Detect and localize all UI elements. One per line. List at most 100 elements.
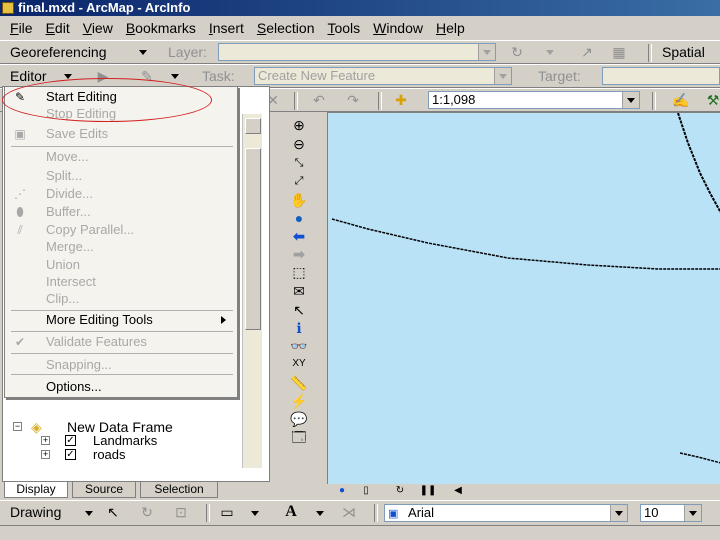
menu-item-buffer[interactable]: ⬮ Buffer... xyxy=(6,203,236,221)
select-elements-icon[interactable]: ↖ xyxy=(104,503,122,521)
rotate-dropdown-icon[interactable] xyxy=(546,50,554,55)
expand-icon[interactable]: + xyxy=(41,450,50,459)
buffer-icon: ⬮ xyxy=(16,205,24,219)
scroll-left-icon[interactable]: ◀ xyxy=(449,482,467,500)
sketch-dropdown-icon[interactable] xyxy=(171,74,179,79)
layer-visibility-checkbox[interactable]: ✓ xyxy=(65,449,76,460)
html-popup-icon[interactable]: 💬 xyxy=(288,410,310,428)
font-size-dropdown[interactable]: 10 xyxy=(640,504,702,522)
back-extent-icon[interactable]: ⬅ xyxy=(288,227,310,245)
menu-bookmarks[interactable]: Bookmarks xyxy=(126,20,196,36)
menu-file[interactable]: File xyxy=(10,20,33,36)
menu-item-split[interactable]: Split... xyxy=(6,167,236,185)
chevron-down-icon xyxy=(610,505,627,521)
hyperlink-icon[interactable]: ⚡ xyxy=(288,392,310,410)
target-dropdown[interactable] xyxy=(602,67,720,85)
menu-tools[interactable]: Tools xyxy=(327,20,360,36)
tab-selection[interactable]: Selection xyxy=(140,482,218,498)
clear-selection-icon[interactable]: ✉ xyxy=(288,282,310,300)
text-tool-icon[interactable]: A xyxy=(282,503,300,521)
menu-item-save-edits[interactable]: ▣ Save Edits xyxy=(6,125,236,143)
map-canvas[interactable] xyxy=(327,112,720,484)
road-line[interactable] xyxy=(679,452,720,464)
menu-item-union[interactable]: Union xyxy=(6,256,236,274)
link-table-icon[interactable]: ▦ xyxy=(610,43,628,61)
rotate-icon[interactable]: ↻ xyxy=(508,43,526,61)
georeferencing-dropdown-icon[interactable] xyxy=(139,50,147,55)
pan-icon[interactable]: ✋ xyxy=(288,191,310,209)
spatial-analyst-menu[interactable]: Spatial xyxy=(662,44,705,60)
scroll-up-button[interactable] xyxy=(245,118,261,134)
menu-item-intersect[interactable]: Intersect xyxy=(6,273,236,291)
select-features-icon[interactable]: ⬚ xyxy=(288,263,310,281)
menu-window[interactable]: Window xyxy=(373,20,423,36)
zoom-out-icon[interactable]: ⊖ xyxy=(288,135,310,153)
text-dropdown-icon[interactable] xyxy=(316,511,324,516)
menu-item-move[interactable]: Move... xyxy=(6,148,236,166)
arcmap-app-icon xyxy=(2,2,14,14)
font-dropdown[interactable]: ▣ Arial xyxy=(384,504,628,522)
layer-visibility-checkbox[interactable]: ✓ xyxy=(65,435,76,446)
pause-icon[interactable]: ❚❚ xyxy=(419,482,437,500)
menu-item-options[interactable]: Options... xyxy=(6,378,236,396)
editor-toolbar-icon[interactable]: ✍ xyxy=(672,91,690,109)
menu-view[interactable]: View xyxy=(83,20,113,36)
fixed-zoom-in-icon[interactable]: ⤡ xyxy=(288,154,310,172)
collapse-icon[interactable]: − xyxy=(13,422,22,431)
drawing-toolbar: Drawing ↖ ↻ ⊡ ▭ A ⋊ ▣ Arial 10 xyxy=(0,500,720,524)
menu-item-merge[interactable]: Merge... xyxy=(6,238,236,256)
road-line[interactable] xyxy=(331,218,720,270)
find-icon[interactable]: 👓 xyxy=(288,337,310,355)
measure-icon[interactable]: 📏 xyxy=(288,374,310,392)
validate-icon: ✔ xyxy=(14,335,26,349)
road-line[interactable] xyxy=(677,112,720,214)
tab-display[interactable]: Display xyxy=(4,482,68,498)
save-edits-icon: ▣ xyxy=(14,127,26,141)
menu-insert[interactable]: Insert xyxy=(209,20,244,36)
menu-edit[interactable]: Edit xyxy=(46,20,70,36)
edit-vertices-icon[interactable]: ⋊ xyxy=(340,503,358,521)
menu-item-validate-features[interactable]: ✔ Validate Features xyxy=(6,333,236,351)
menu-item-clip[interactable]: Clip... xyxy=(6,290,236,308)
identify-icon[interactable]: ℹ xyxy=(288,319,310,337)
data-view-icon[interactable]: ● xyxy=(333,482,351,500)
zoom-to-selected-icon[interactable]: ⊡ xyxy=(172,503,190,521)
toc-scrollbar[interactable] xyxy=(242,114,262,468)
go-to-xy-icon[interactable]: XY xyxy=(288,355,310,373)
georeferencing-menu[interactable]: Georeferencing xyxy=(10,44,107,60)
select-elements-icon[interactable]: ↖ xyxy=(288,301,310,319)
undo-icon[interactable]: ↶ xyxy=(310,91,328,109)
menu-item-divide[interactable]: ⋰ Divide... xyxy=(6,185,236,203)
editor-menu-button[interactable]: Editor xyxy=(10,68,47,84)
rotate-icon[interactable]: ↻ xyxy=(138,503,156,521)
layout-view-icon[interactable]: ▯ xyxy=(357,482,375,500)
redo-icon[interactable]: ↷ xyxy=(344,91,362,109)
fixed-zoom-out-icon[interactable]: ⤢ xyxy=(288,172,310,190)
editor-dropdown-icon[interactable] xyxy=(64,74,72,79)
arctoolbox-icon[interactable]: ⚒ xyxy=(704,91,720,109)
zoom-in-icon[interactable]: ⊕ xyxy=(288,116,310,134)
window-title: final.mxd - ArcMap - ArcInfo xyxy=(18,0,191,15)
menu-item-copy-parallel[interactable]: ⫽ Copy Parallel... xyxy=(6,221,236,239)
tab-source[interactable]: Source xyxy=(72,482,136,498)
scroll-thumb[interactable] xyxy=(245,148,261,330)
toc-tabs: Display Source Selection xyxy=(2,482,270,498)
forward-extent-icon[interactable]: ➡ xyxy=(288,245,310,263)
create-viewer-icon[interactable]: 🗔 xyxy=(288,428,310,446)
layer-dropdown[interactable] xyxy=(218,43,496,61)
rectangle-icon[interactable]: ▭ xyxy=(218,503,236,521)
task-dropdown[interactable]: Create New Feature xyxy=(254,67,512,85)
drawing-dropdown-icon[interactable] xyxy=(85,511,93,516)
map-scale-dropdown[interactable]: 1:1,098 xyxy=(428,91,640,109)
menu-selection[interactable]: Selection xyxy=(257,20,315,36)
shape-dropdown-icon[interactable] xyxy=(251,511,259,516)
refresh-icon[interactable]: ↻ xyxy=(391,482,409,500)
menu-item-snapping[interactable]: Snapping... xyxy=(6,356,236,374)
menu-item-more-editing-tools[interactable]: More Editing Tools xyxy=(6,311,236,329)
full-extent-icon[interactable]: ● xyxy=(288,209,310,227)
expand-icon[interactable]: + xyxy=(41,436,50,445)
add-data-icon[interactable]: ✚ xyxy=(392,91,410,109)
add-control-points-icon[interactable]: ↗ xyxy=(578,43,596,61)
menu-help[interactable]: Help xyxy=(436,20,465,36)
drawing-menu[interactable]: Drawing xyxy=(10,504,61,520)
